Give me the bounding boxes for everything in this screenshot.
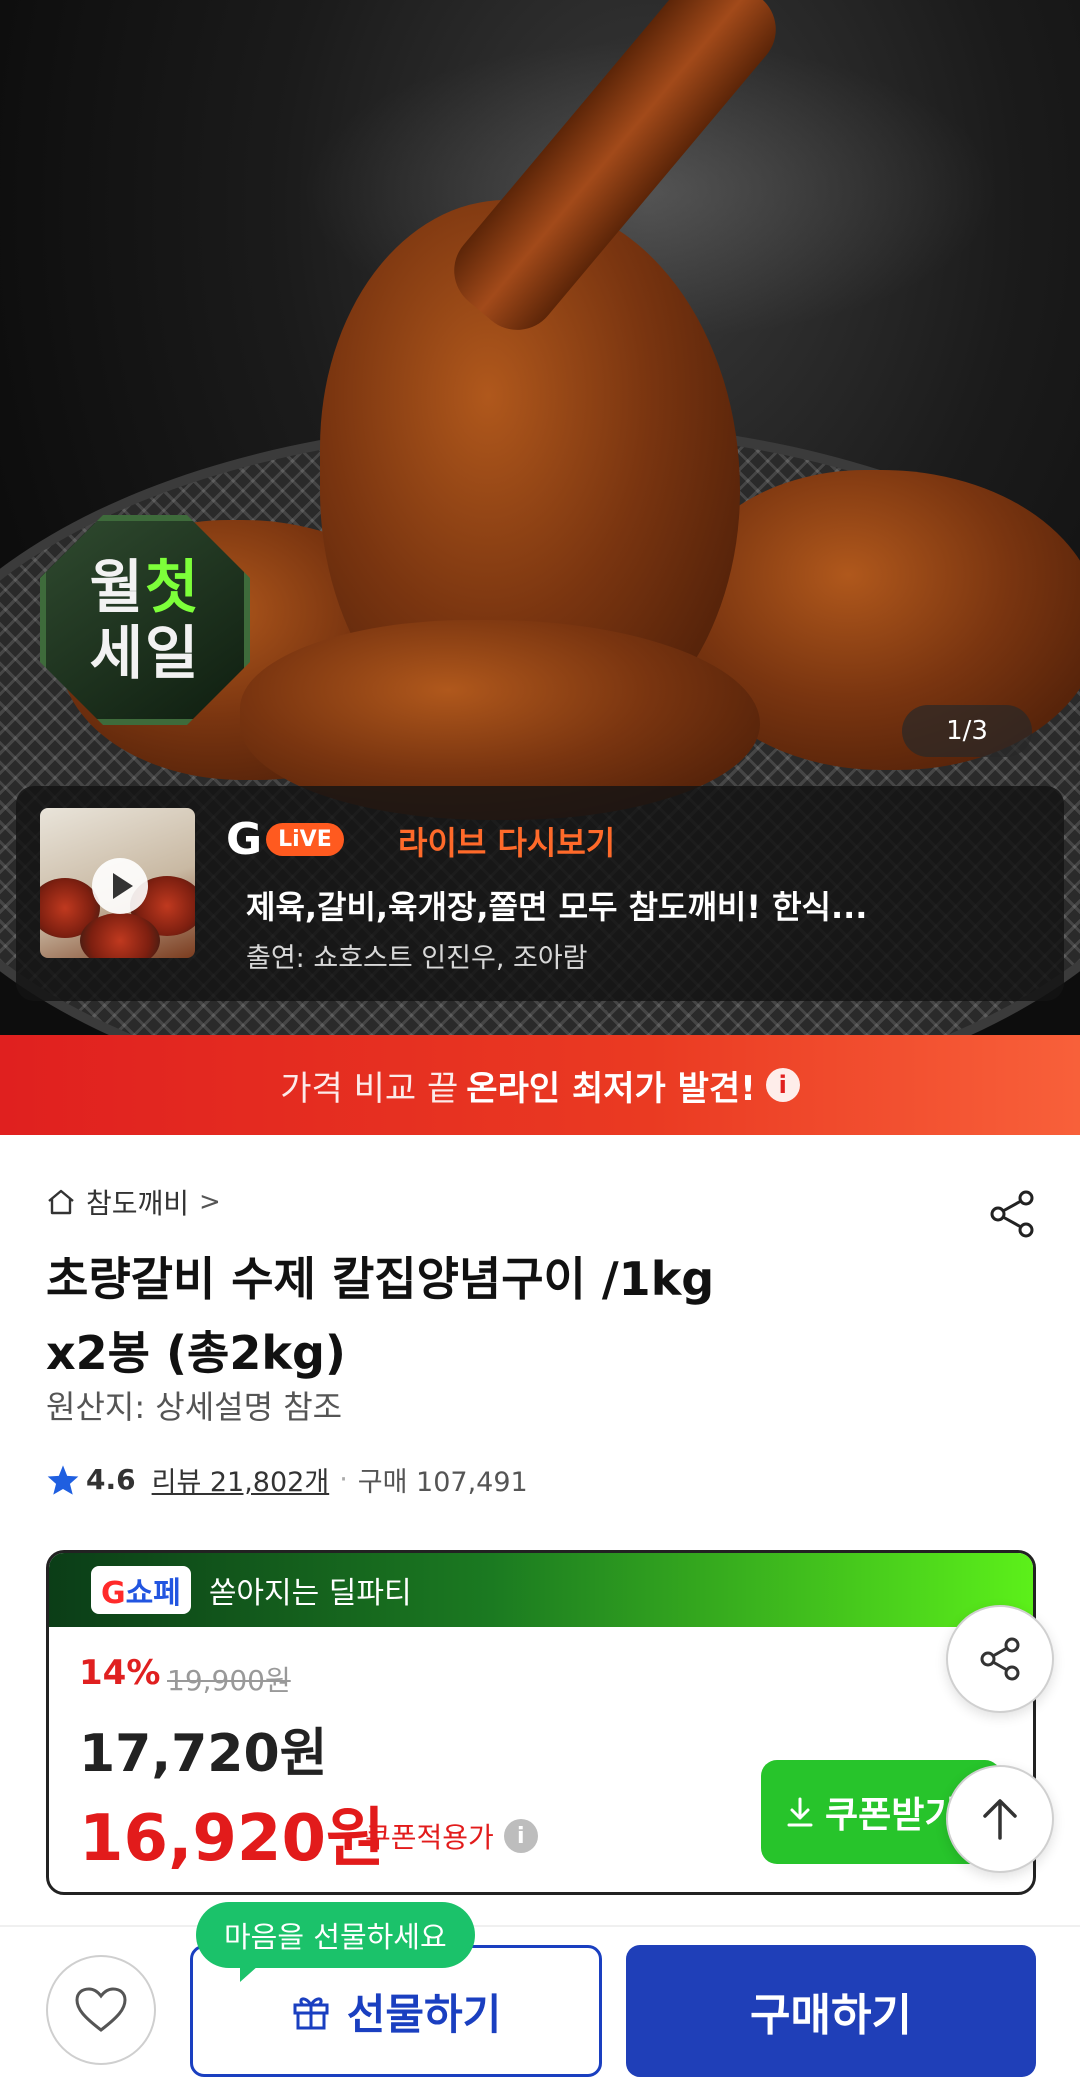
breadcrumb-store[interactable]: 참도깨비 (86, 1182, 189, 1222)
star-icon (47, 1464, 79, 1495)
live-title: 라이브 다시보기 (398, 824, 616, 862)
live-description: 제육,갈비,육개장,쫄면 모두 참도깨비! 한식... (246, 888, 868, 926)
image-counter: 1/3 (902, 705, 1032, 757)
rating-score: 4.6 (86, 1463, 136, 1496)
chevron-right-icon: > (199, 1187, 221, 1217)
play-icon[interactable] (92, 858, 148, 914)
monthly-sale-badge: 월첫 세일 (40, 515, 250, 725)
scroll-top-button[interactable] (946, 1765, 1054, 1873)
gift-icon (293, 1997, 329, 2030)
separator: · (339, 1464, 348, 1495)
compare-highlight: 온라인 최저가 발견! (466, 1068, 756, 1109)
price-compare-banner[interactable]: 가격 비교 끝 온라인 최저가 발견! i (0, 1035, 1080, 1135)
share-icon (980, 1637, 1020, 1681)
deal-header: G쇼페 쏟아지는 딜파티 (49, 1553, 1033, 1627)
product-title: 초량갈비 수제 칼집양념구이 /1kg x2봉 (총2kg) (46, 1252, 715, 1380)
gshow-logo: G쇼페 (91, 1566, 191, 1614)
info-icon[interactable]: i (765, 1068, 800, 1102)
compare-text: 가격 비교 끝 (280, 1068, 459, 1109)
live-replay-banner[interactable]: G LiVE 라이브 다시보기 제육,갈비,육개장,쫄면 모두 참도깨비! 한식… (16, 786, 1064, 1001)
product-origin: 원산지: 상세설명 참조 (46, 1388, 343, 1426)
arrow-up-icon (983, 1799, 1017, 1840)
home-icon (48, 1189, 74, 1215)
purchase-count: 구매 107,491 (357, 1467, 528, 1498)
discount-rate: 14% (79, 1653, 161, 1693)
coupon-price-label: 쿠폰적용가 i (365, 1816, 538, 1856)
floating-share-button[interactable] (946, 1605, 1054, 1713)
product-image-carousel[interactable]: 월첫 세일 1/3 G LiVE 라이브 다시보기 제육,갈비,육개장,쫄면 모… (0, 0, 1080, 1035)
breadcrumb[interactable]: 참도깨비 > (46, 1182, 221, 1222)
deal-header-text: 쏟아지는 딜파티 (208, 1576, 412, 1611)
review-link[interactable]: 리뷰 21,802개 (152, 1460, 330, 1499)
bottom-divider (0, 1925, 1080, 1927)
heart-icon (75, 1987, 127, 2032)
original-price: 19,900원 (167, 1664, 291, 1697)
glive-logo: G LiVE (226, 814, 344, 865)
rating-row: 4.6 리뷰 21,802개 · 구매 107,491 (46, 1460, 528, 1499)
coupon-price: 16,920원 (79, 1802, 385, 1876)
download-icon (787, 1797, 813, 1827)
sale-price: 17,720원 (79, 1724, 328, 1784)
deal-price-card: G쇼페 쏟아지는 딜파티 14% 19,900원 17,720원 16,920원… (46, 1550, 1036, 1895)
live-thumbnail[interactable] (40, 808, 195, 958)
wishlist-button[interactable] (46, 1955, 156, 2065)
live-cast: 출연: 쇼호스트 인진우, 조아람 (246, 943, 588, 974)
share-icon[interactable] (984, 1186, 1040, 1242)
buy-button[interactable]: 구매하기 (626, 1945, 1036, 2077)
gift-tooltip: 마음을 선물하세요 (196, 1902, 475, 1982)
info-icon[interactable]: i (503, 1819, 538, 1853)
